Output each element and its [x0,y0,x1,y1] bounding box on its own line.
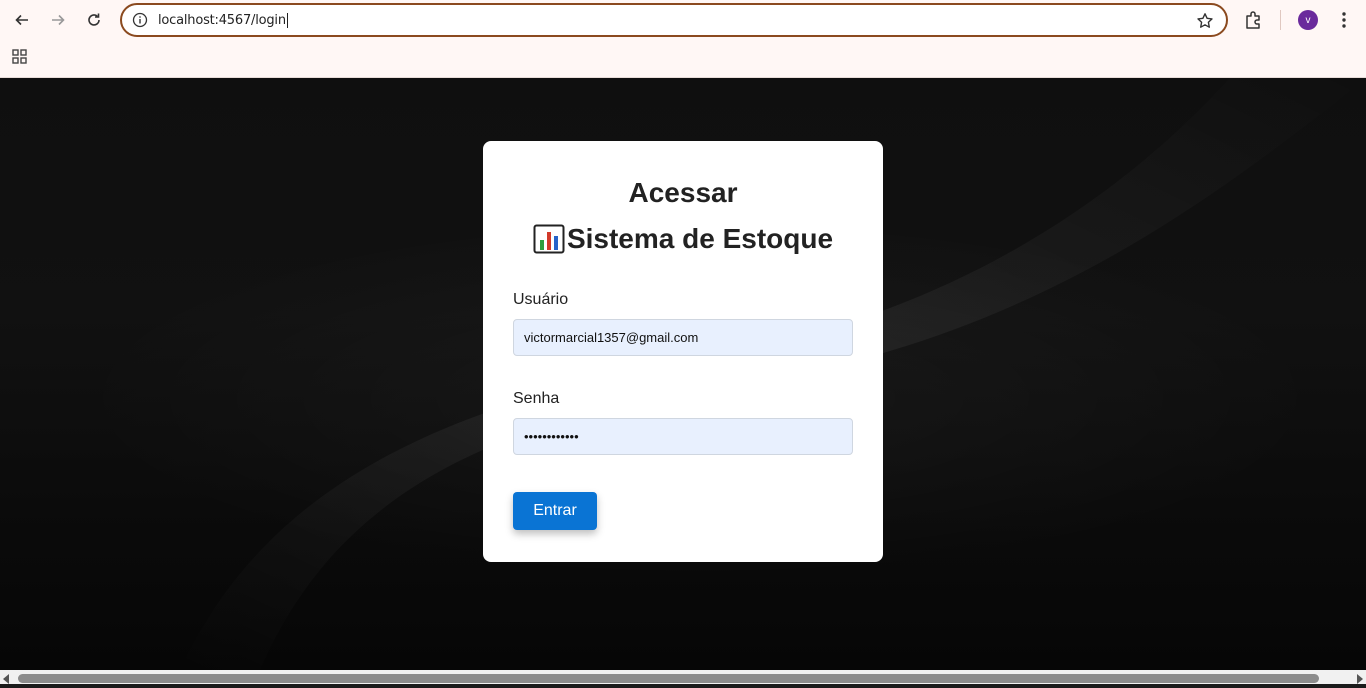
scroll-left-icon[interactable] [3,674,9,684]
address-bar[interactable]: localhost:4567/login [120,3,1228,37]
scrollbar-thumb[interactable] [18,674,1319,683]
bar-chart-icon [533,224,565,254]
site-info-icon[interactable] [132,12,148,28]
arrow-right-icon [52,14,65,26]
reload-button[interactable] [80,6,108,34]
back-button[interactable] [8,6,36,34]
bookmark-star-icon[interactable] [1196,12,1214,30]
profile-avatar[interactable]: v [1298,10,1318,30]
toolbar-divider [1280,10,1281,30]
apps-grid-icon[interactable] [10,47,30,67]
password-label: Senha [513,390,560,407]
submit-button[interactable]: Entrar [513,492,597,530]
extensions-icon[interactable] [1242,8,1266,32]
url-text[interactable]: localhost:4567/login [158,13,288,28]
username-label: Usuário [513,291,569,308]
reload-icon [88,13,100,26]
browser-toolbar: localhost:4567/login v [0,0,1366,78]
system-title: Sistema de Estoque [483,223,883,255]
taskbar-edge [0,684,1366,688]
password-input[interactable] [513,418,853,455]
page-background: Acessar Sistema de Estoque Usuário Senha… [0,78,1366,670]
forward-button[interactable] [44,6,72,34]
username-input[interactable] [513,319,853,356]
login-card: Acessar Sistema de Estoque Usuário Senha… [483,141,883,562]
kebab-menu-icon[interactable] [1335,10,1353,30]
login-title: Acessar [628,177,738,208]
scroll-right-icon[interactable] [1357,674,1363,684]
arrow-left-icon [15,14,28,26]
